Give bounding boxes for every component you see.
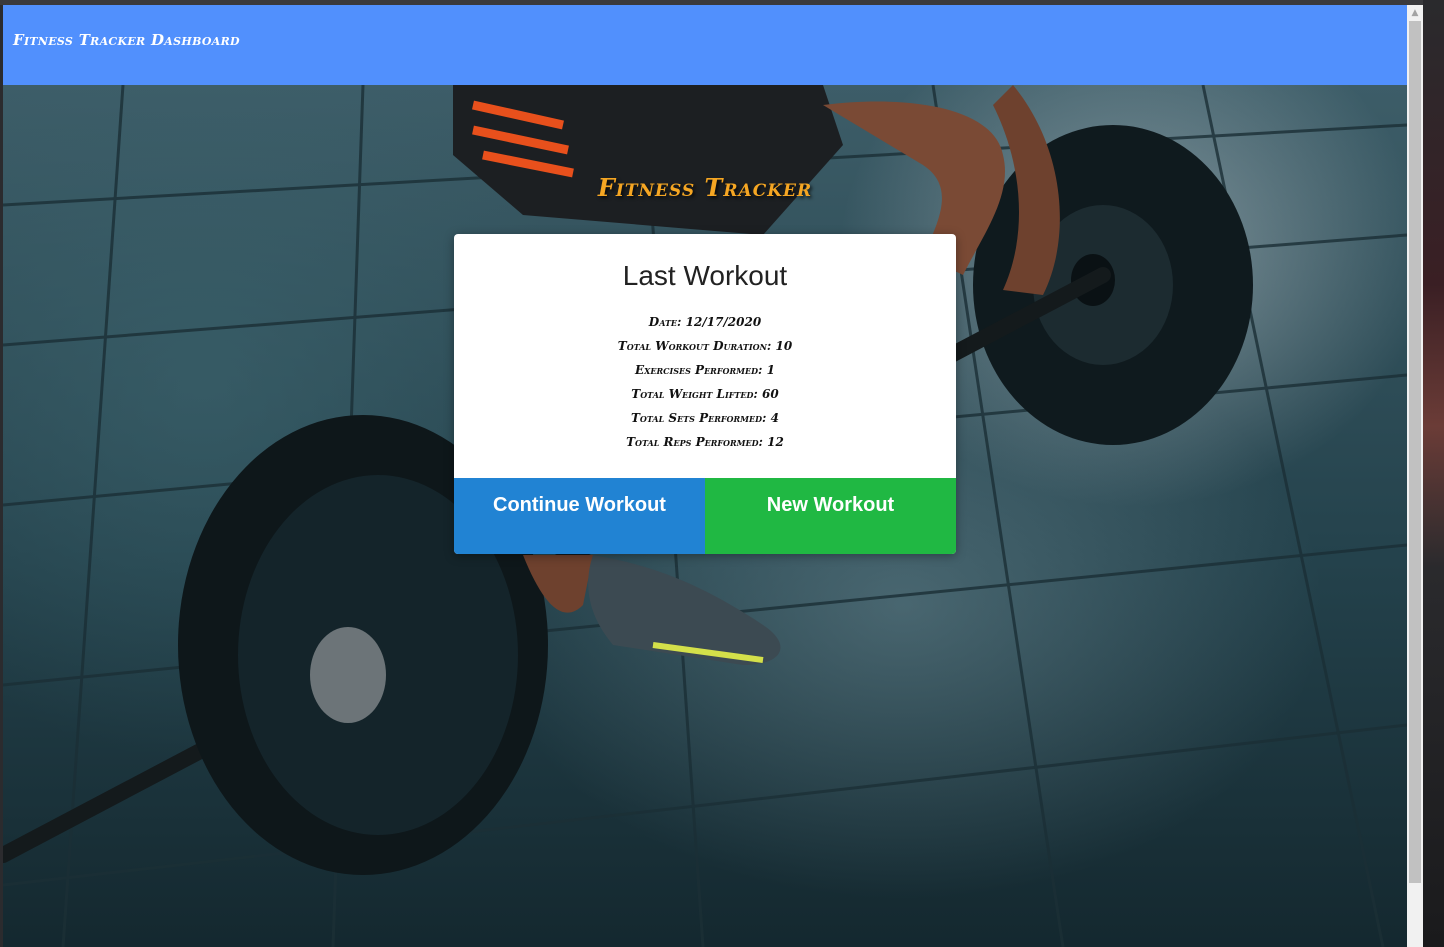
workout-stats: Date: 12/17/2020 Total Workout Duration:…	[454, 310, 956, 454]
hero-background: Fitness Tracker Last Workout Date: 12/17…	[3, 85, 1407, 947]
card-actions: Continue Workout New Workout	[454, 478, 956, 554]
stat-date: Date: 12/17/2020	[648, 315, 762, 329]
stat-reps: Total Reps Performed: 12	[626, 435, 784, 449]
stat-duration: Total Workout Duration: 10	[617, 339, 793, 353]
stat-weight: Total Weight Lifted: 60	[631, 387, 779, 401]
new-workout-button[interactable]: New Workout	[705, 478, 956, 554]
card-title: Last Workout	[622, 260, 788, 291]
continue-workout-button[interactable]: Continue Workout	[454, 478, 705, 554]
navbar-brand[interactable]: Fitness Tracker Dashboard	[13, 31, 240, 49]
stat-exercises: Exercises Performed: 1	[635, 363, 775, 377]
vertical-scrollbar[interactable]: ▲	[1407, 5, 1423, 947]
navbar: Fitness Tracker Dashboard	[3, 5, 1407, 85]
last-workout-card: Last Workout Date: 12/17/2020 Total Work…	[454, 234, 956, 554]
scrollbar-thumb[interactable]	[1409, 21, 1421, 883]
background-window-edge	[1423, 0, 1444, 947]
browser-viewport: Fitness Tracker Last Workout Date: 12/17…	[3, 5, 1407, 947]
stat-sets: Total Sets Performed: 4	[630, 411, 779, 425]
chevron-up-icon[interactable]: ▲	[1407, 5, 1423, 21]
hero-title: Fitness Tracker	[597, 173, 813, 202]
